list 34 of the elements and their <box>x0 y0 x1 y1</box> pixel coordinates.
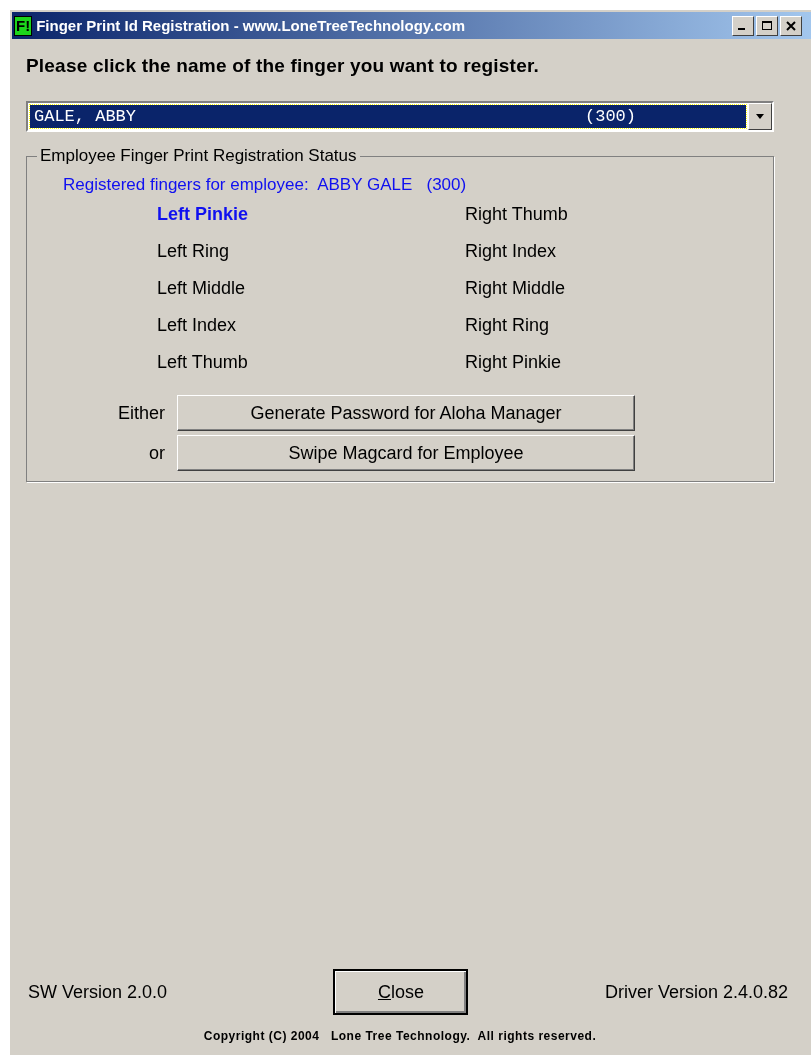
finger-link[interactable]: Left Ring <box>157 240 230 262</box>
sw-version: SW Version 2.0.0 <box>28 981 168 1003</box>
finger-link[interactable]: Right Ring <box>465 314 550 336</box>
instruction-text: Please click the name of the finger you want to register. <box>26 55 540 77</box>
finger-link[interactable]: Left Pinkie <box>157 203 249 225</box>
close-button[interactable] <box>780 15 802 36</box>
employee-number: (300) <box>585 107 636 126</box>
maximize-icon <box>761 20 773 31</box>
close-icon <box>785 20 797 31</box>
employee-name: GALE, ABBY <box>34 107 137 126</box>
action-button[interactable]: Swipe Magcard for Employee <box>177 435 635 471</box>
finger-link[interactable]: Right Pinkie <box>465 351 562 373</box>
group-title: Employee Finger Print Registration Status <box>37 146 360 166</box>
maximize-button[interactable] <box>756 15 778 36</box>
app-icon: F! <box>14 15 33 36</box>
copyright-text: Copyright (C) 2004 Lone Tree Technology. All rights reserved. <box>202 1029 598 1043</box>
finger-link[interactable]: Right Middle <box>465 277 566 299</box>
minimize-button[interactable] <box>732 15 754 36</box>
finger-link[interactable]: Left Thumb <box>157 351 248 373</box>
dropdown-arrow-button[interactable] <box>748 103 772 130</box>
minimize-icon <box>737 28 745 30</box>
driver-version: Driver Version 2.4.0.82 <box>604 981 788 1003</box>
option-prefix: or <box>148 442 166 464</box>
employee-dropdown[interactable]: GALE, ABBY (300) <box>26 101 774 132</box>
caret-icon <box>755 113 765 120</box>
close-dialog-button[interactable]: Close <box>333 969 469 1015</box>
registered-fingers-label: Registered fingers for employee: ABBY GALE (300) <box>63 175 468 195</box>
window-title: Finger Print Id Registration - www.LoneTreeTechnology.com <box>36 17 467 34</box>
finger-link[interactable]: Left Middle <box>157 277 246 299</box>
action-button[interactable]: Generate Password for Aloha Manager <box>177 395 635 431</box>
option-prefix: Either <box>116 402 166 424</box>
finger-link[interactable]: Right Index <box>465 240 557 262</box>
finger-link[interactable]: Right Thumb <box>465 203 568 225</box>
finger-link[interactable]: Left Index <box>157 314 237 336</box>
